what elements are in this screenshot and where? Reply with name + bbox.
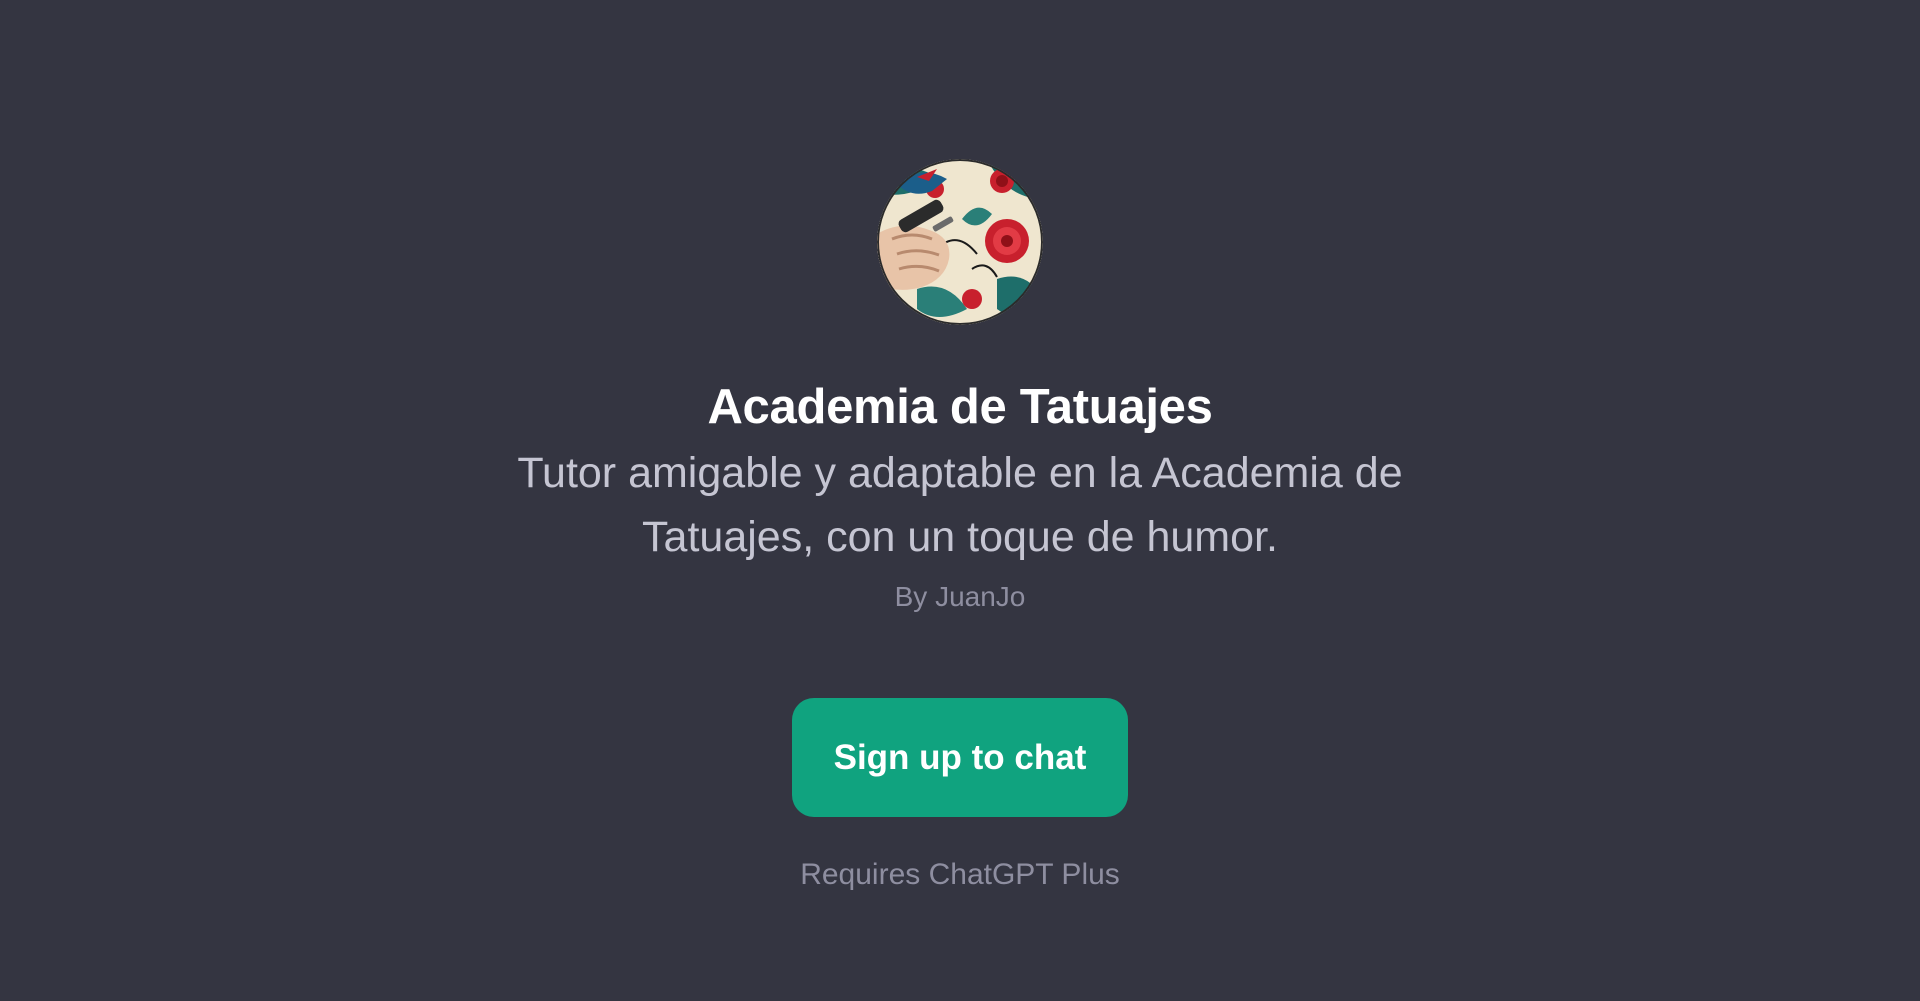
requirement-note: Requires ChatGPT Plus	[800, 858, 1120, 891]
gpt-title: Academia de Tatuajes	[707, 380, 1213, 434]
gpt-landing-page: Academia de Tatuajes Tutor amigable y ad…	[0, 0, 1920, 1001]
gpt-avatar	[877, 159, 1043, 325]
gpt-author: By JuanJo	[894, 581, 1026, 612]
sign-up-to-chat-button[interactable]: Sign up to chat	[792, 698, 1128, 817]
gpt-description: Tutor amigable y adaptable en la Academi…	[517, 449, 1403, 561]
tattoo-avatar-icon	[877, 159, 1043, 325]
